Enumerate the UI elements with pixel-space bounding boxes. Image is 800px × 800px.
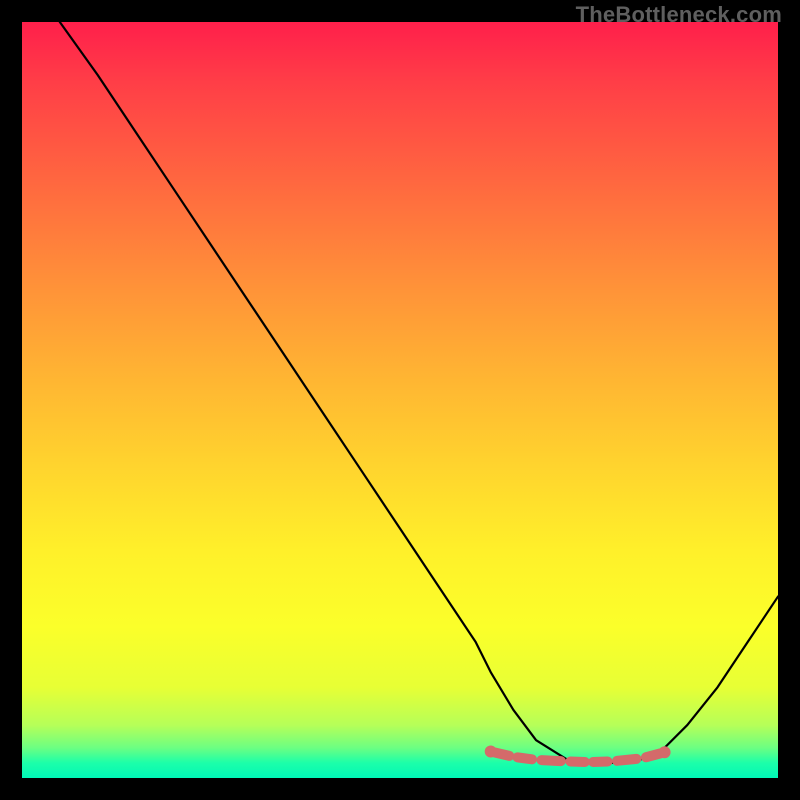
chart-frame: TheBottleneck.com xyxy=(0,0,800,800)
bottleneck-curve xyxy=(60,22,778,763)
highlight-segment xyxy=(517,757,532,759)
highlight-segment xyxy=(495,752,510,755)
highlight-endpoint xyxy=(659,746,671,758)
highlight-segment xyxy=(542,760,561,761)
highlight-segment xyxy=(646,753,661,757)
highlight-endpoint xyxy=(485,746,497,758)
plot-area xyxy=(22,22,778,778)
highlight-band xyxy=(485,746,671,762)
highlight-segment xyxy=(617,759,636,761)
chart-svg xyxy=(22,22,778,778)
